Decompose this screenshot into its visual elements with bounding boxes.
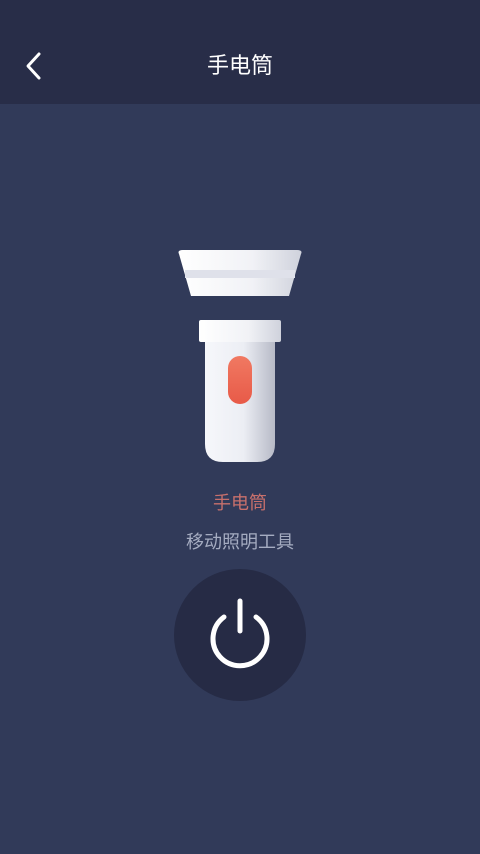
power-button[interactable]: [174, 569, 306, 701]
feature-subtitle: 移动照明工具: [186, 532, 294, 553]
feature-title: 手电筒: [213, 493, 267, 514]
power-icon: [210, 598, 270, 669]
top-bar: 手电筒: [0, 0, 480, 104]
flashlight-icon: [178, 250, 302, 462]
page-title: 手电筒: [206, 54, 273, 79]
